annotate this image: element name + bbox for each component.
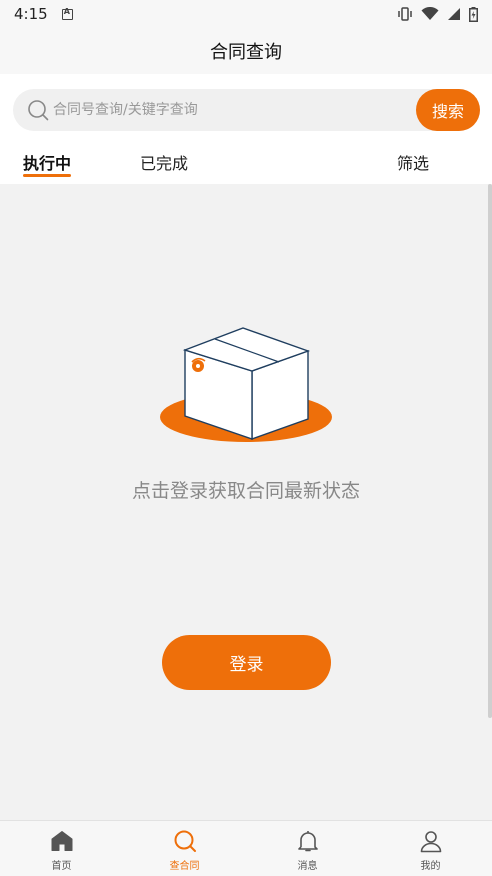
tab-running[interactable]: 执行中 bbox=[23, 150, 71, 174]
bottom-nav: 首页 查合同 消息 我的 bbox=[0, 820, 492, 876]
page-title: 合同查询 bbox=[0, 28, 492, 74]
empty-state-message: 点击登录获取合同最新状态 bbox=[131, 480, 360, 502]
nav-label-profile: 我的 bbox=[420, 861, 441, 872]
nav-item-home[interactable]: 首页 bbox=[0, 821, 123, 876]
person-icon bbox=[420, 831, 441, 853]
nav-label-home: 首页 bbox=[51, 861, 72, 872]
login-button[interactable]: 登录 bbox=[162, 635, 331, 690]
search-icon bbox=[174, 830, 196, 852]
vibrate-icon bbox=[398, 7, 412, 21]
search-area: 搜索 执行中 已完成 筛选 bbox=[0, 74, 492, 184]
battery-icon bbox=[469, 6, 478, 22]
notification-icon bbox=[61, 7, 73, 20]
search-input[interactable] bbox=[53, 90, 373, 130]
nav-item-messages[interactable]: 消息 bbox=[246, 821, 369, 876]
tab-completed[interactable]: 已完成 bbox=[140, 150, 188, 174]
search-button[interactable]: 搜索 bbox=[416, 89, 480, 131]
bell-icon bbox=[297, 831, 318, 852]
nav-item-contracts[interactable]: 查合同 bbox=[123, 821, 246, 876]
scrollbar[interactable] bbox=[488, 184, 492, 718]
active-tab-indicator bbox=[23, 174, 71, 177]
wifi-icon bbox=[421, 7, 439, 20]
search-box: 搜索 bbox=[13, 89, 480, 131]
status-icons bbox=[397, 6, 478, 22]
empty-box-illustration bbox=[160, 327, 332, 442]
nav-item-profile[interactable]: 我的 bbox=[369, 821, 492, 876]
nav-label-contracts: 查合同 bbox=[169, 861, 200, 872]
search-icon bbox=[28, 100, 49, 121]
status-time: 4:15 bbox=[14, 5, 48, 23]
home-icon bbox=[51, 831, 72, 851]
signal-icon bbox=[448, 8, 460, 20]
tab-filter[interactable]: 筛选 bbox=[397, 150, 429, 174]
nav-label-messages: 消息 bbox=[297, 861, 318, 872]
screen: 4:15 合同查询 bbox=[0, 0, 492, 876]
status-bar: 4:15 bbox=[0, 0, 492, 28]
tab-bar: 执行中 已完成 筛选 bbox=[0, 144, 492, 184]
